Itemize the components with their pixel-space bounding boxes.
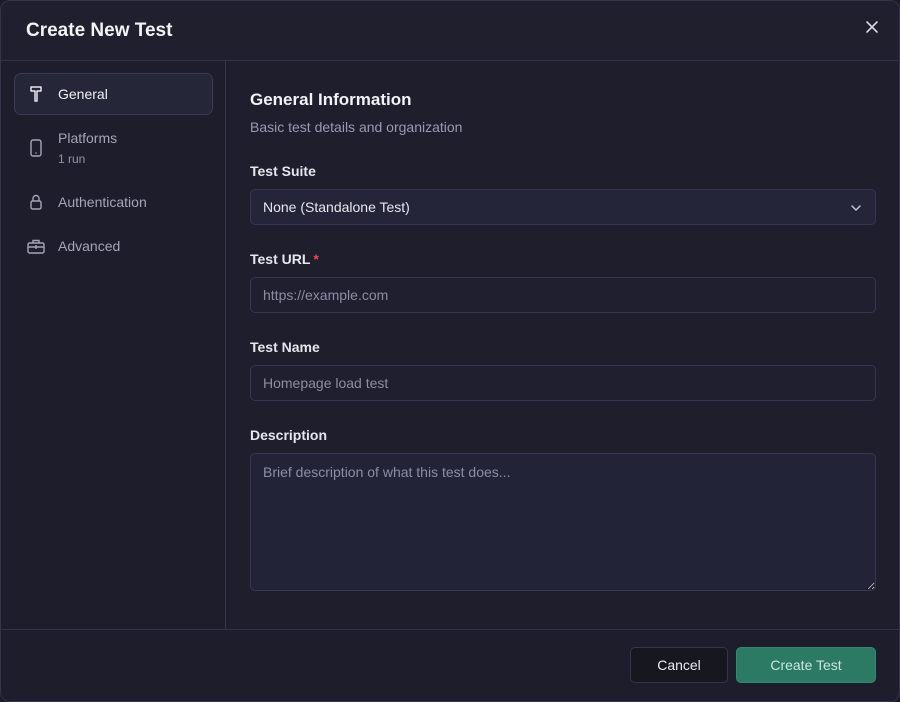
sidebar-item-sub: 1 run [58,152,86,166]
toolbox-icon [27,239,45,254]
dialog-header: Create New Test [1,1,899,61]
close-icon[interactable] [863,18,881,36]
sidebar-item-general[interactable]: General [14,73,213,115]
create-test-button[interactable]: Create Test [736,647,876,683]
sidebar-item-label: Platforms [58,130,118,146]
test-suite-label: Test Suite [250,163,316,179]
sidebar-item-label: Advanced [58,238,121,254]
section-subtitle: Basic test details and organization [250,119,463,135]
sidebar-item-authentication[interactable]: Authentication [14,179,213,223]
create-test-dialog: Create New Test General Platforms 1 run [0,0,900,702]
dialog-footer: Cancel Create Test [1,629,899,701]
test-url-label-text: Test URL [250,251,311,267]
test-name-label: Test Name [250,339,320,355]
chevron-down-icon [851,205,861,211]
cancel-button[interactable]: Cancel [630,647,728,683]
sidebar-item-label: Authentication [58,194,147,210]
test-suite-select[interactable]: None (Standalone Test) [250,189,876,225]
test-suite-value: None (Standalone Test) [263,199,410,215]
sidebar-item-advanced[interactable]: Advanced [14,223,213,267]
sidebar-item-platforms[interactable]: Platforms 1 run [14,123,213,171]
test-url-input[interactable] [250,277,876,313]
description-textarea[interactable] [250,453,876,591]
smartphone-icon [30,139,42,157]
section-title: General Information [250,90,412,109]
lock-icon [30,194,42,210]
test-name-input[interactable] [250,365,876,401]
description-label: Description [250,427,328,443]
dialog-title: Create New Test [26,20,173,41]
sidebar-item-label: General [58,86,108,102]
main-panel: General Information Basic test details a… [226,61,899,629]
required-marker: * [313,251,319,267]
test-url-label: Test URL * [250,251,319,267]
hammer-icon [30,86,42,102]
sidebar: General Platforms 1 run Authentication A… [1,61,226,629]
